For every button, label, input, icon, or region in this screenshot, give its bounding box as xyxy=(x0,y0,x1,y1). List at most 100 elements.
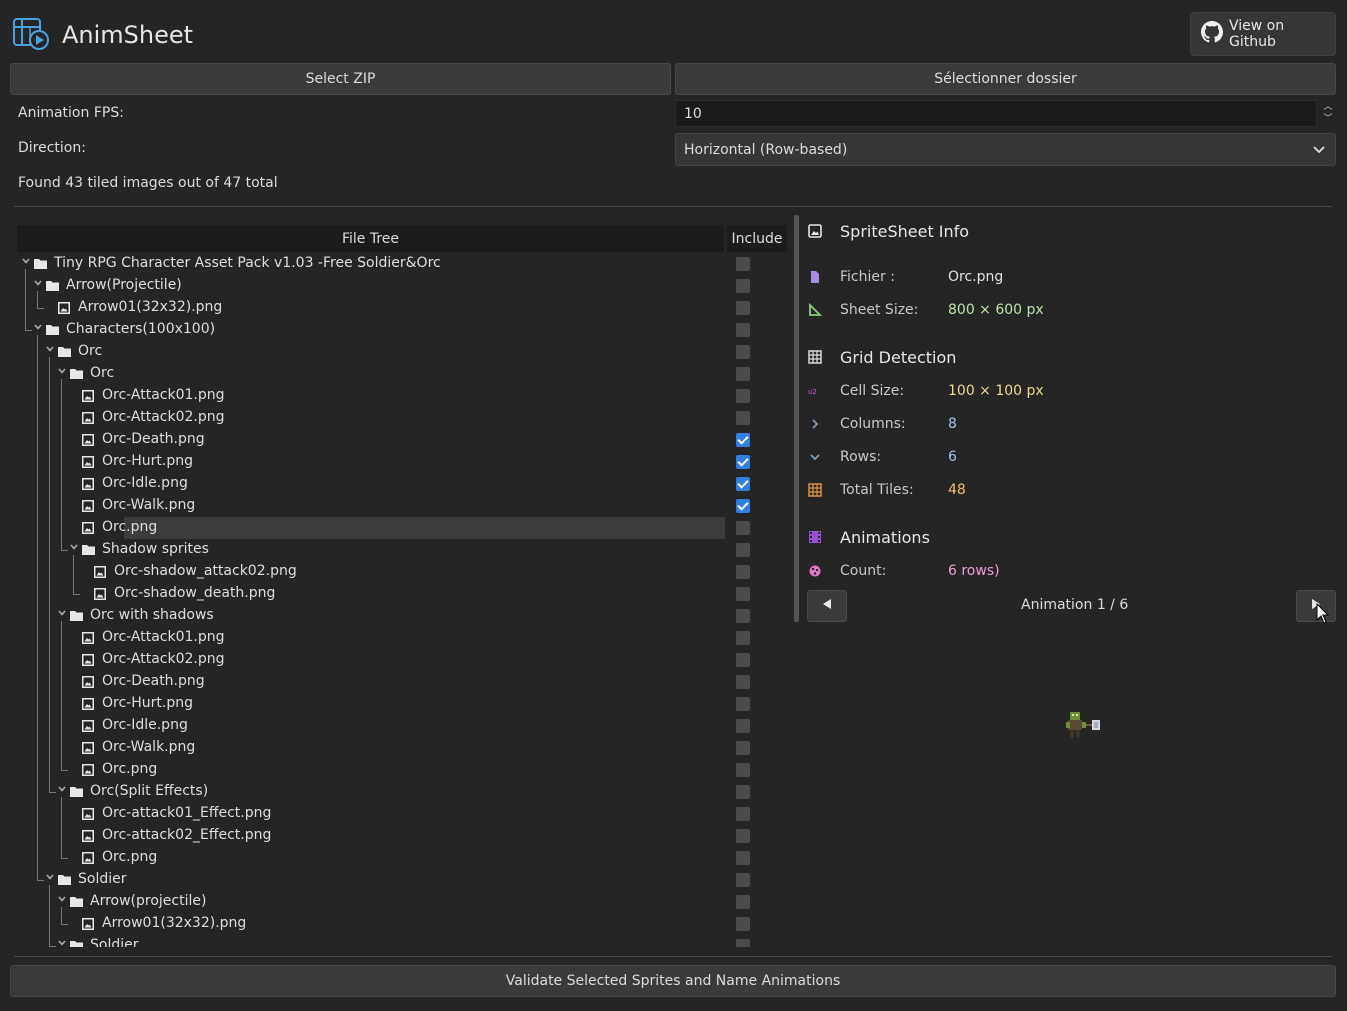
direction-select[interactable]: Horizontal (Row-based) xyxy=(675,133,1336,166)
tree-file-row[interactable]: Orc-attack01_Effect.png xyxy=(17,803,792,825)
include-checkbox[interactable] xyxy=(736,939,750,947)
tree-folder-row[interactable]: Arrow(Projectile) xyxy=(17,275,792,297)
include-checkbox[interactable] xyxy=(736,345,750,359)
include-checkbox[interactable] xyxy=(736,807,750,821)
tree-folder-row[interactable]: Orc(Split Effects) xyxy=(17,781,792,803)
include-checkbox[interactable] xyxy=(736,653,750,667)
folder-icon xyxy=(46,324,59,336)
grid-detection-title: Grid Detection xyxy=(840,347,957,367)
include-checkbox[interactable] xyxy=(736,499,750,513)
tree-folder-row[interactable]: Soldier xyxy=(17,935,792,947)
include-checkbox[interactable] xyxy=(736,477,750,491)
tree-file-row[interactable]: Orc-Hurt.png xyxy=(17,451,792,473)
chevron-down-icon[interactable] xyxy=(33,322,43,335)
include-checkbox[interactable] xyxy=(736,873,750,887)
include-checkbox[interactable] xyxy=(736,631,750,645)
tree-folder-row[interactable]: Tiny RPG Character Asset Pack v1.03 -Fre… xyxy=(17,253,792,275)
tree-folder-row[interactable]: Orc with shadows xyxy=(17,605,792,627)
chevron-down-icon[interactable] xyxy=(69,542,79,555)
tree-file-row[interactable]: Orc.png xyxy=(17,759,792,781)
tree-file-row[interactable]: Arrow01(32x32).png xyxy=(17,297,792,319)
include-checkbox[interactable] xyxy=(736,829,750,843)
include-checkbox[interactable] xyxy=(736,675,750,689)
tree-file-row[interactable]: Orc-Attack02.png xyxy=(17,407,792,429)
image-file-icon xyxy=(94,588,107,600)
tree-file-row[interactable]: Orc-shadow_death.png xyxy=(17,583,792,605)
tree-file-row[interactable]: Orc-Idle.png xyxy=(17,473,792,495)
include-checkbox[interactable] xyxy=(736,301,750,315)
include-checkbox[interactable] xyxy=(736,565,750,579)
tree-file-row[interactable]: Orc.png xyxy=(17,847,792,869)
direction-label: Direction: xyxy=(18,140,86,156)
chevron-down-icon[interactable] xyxy=(57,784,67,797)
include-checkbox[interactable] xyxy=(736,587,750,601)
select-folder-button[interactable]: Sélectionner dossier xyxy=(675,63,1336,95)
validate-button[interactable]: Validate Selected Sprites and Name Anima… xyxy=(10,965,1336,997)
image-file-icon xyxy=(82,808,95,820)
spin-up-icon[interactable]: ︿ xyxy=(1320,101,1336,113)
tree-file-row[interactable]: Orc-Walk.png xyxy=(17,737,792,759)
fps-input[interactable]: 10 xyxy=(675,100,1317,127)
include-checkbox[interactable] xyxy=(736,917,750,931)
include-checkbox[interactable] xyxy=(736,741,750,755)
view-on-github-button[interactable]: View on Github xyxy=(1190,12,1336,56)
include-checkbox[interactable] xyxy=(736,411,750,425)
tree-file-row[interactable]: Orc-attack02_Effect.png xyxy=(17,825,792,847)
tree-file-row[interactable]: Orc-Death.png xyxy=(17,429,792,451)
chevron-down-icon[interactable] xyxy=(33,278,43,291)
tree-file-row[interactable]: Orc-shadow_attack02.png xyxy=(17,561,792,583)
include-checkbox[interactable] xyxy=(736,323,750,337)
include-checkbox[interactable] xyxy=(736,455,750,469)
tree-item-label: Orc-Death.png xyxy=(102,431,205,447)
tree-file-row[interactable]: Orc-Attack01.png xyxy=(17,627,792,649)
chevron-down-icon[interactable] xyxy=(57,894,67,907)
image-file-icon xyxy=(82,764,95,776)
tree-folder-row[interactable]: Soldier xyxy=(17,869,792,891)
panel-splitter[interactable] xyxy=(794,215,799,622)
include-checkbox[interactable] xyxy=(736,895,750,909)
tree-folder-row[interactable]: Characters(100x100) xyxy=(17,319,792,341)
chevron-down-icon[interactable] xyxy=(21,256,31,269)
chevron-down-icon[interactable] xyxy=(57,608,67,621)
include-checkbox[interactable] xyxy=(736,851,750,865)
tree-file-row[interactable]: Orc-Death.png xyxy=(17,671,792,693)
chevron-down-icon[interactable] xyxy=(45,344,55,357)
include-checkbox[interactable] xyxy=(736,367,750,381)
spin-down-icon[interactable]: ﹀ xyxy=(1320,113,1336,125)
chevron-down-icon[interactable] xyxy=(45,872,55,885)
include-checkbox[interactable] xyxy=(736,697,750,711)
tree-folder-row[interactable]: Arrow(projectile) xyxy=(17,891,792,913)
tree-file-row[interactable]: Orc-Hurt.png xyxy=(17,693,792,715)
svg-text:u2: u2 xyxy=(808,388,817,396)
tree-folder-row[interactable]: Orc xyxy=(17,363,792,385)
tree-folder-row[interactable]: Shadow sprites xyxy=(17,539,792,561)
tree-file-row[interactable]: Orc.png xyxy=(17,517,792,539)
include-checkbox[interactable] xyxy=(736,389,750,403)
file-tree-header[interactable]: File Tree xyxy=(17,225,724,252)
include-checkbox[interactable] xyxy=(736,719,750,733)
include-checkbox[interactable] xyxy=(736,257,750,271)
count-icon xyxy=(809,565,821,577)
include-checkbox[interactable] xyxy=(736,543,750,557)
tree-file-row[interactable]: Orc-Walk.png xyxy=(17,495,792,517)
include-checkbox[interactable] xyxy=(736,609,750,623)
tree-folder-row[interactable]: Orc xyxy=(17,341,792,363)
chevron-down-icon[interactable] xyxy=(57,366,67,379)
fps-spinner[interactable]: ︿ ﹀ xyxy=(1320,101,1336,127)
select-zip-button[interactable]: Select ZIP xyxy=(10,63,671,95)
include-checkbox[interactable] xyxy=(736,785,750,799)
previous-animation-button[interactable] xyxy=(807,590,847,622)
sprite-preview xyxy=(1060,710,1104,744)
tree-file-row[interactable]: Orc-Attack02.png xyxy=(17,649,792,671)
tree-item-label: Orc-attack02_Effect.png xyxy=(102,827,272,843)
include-checkbox[interactable] xyxy=(736,521,750,535)
tree-file-row[interactable]: Orc-Attack01.png xyxy=(17,385,792,407)
include-checkbox[interactable] xyxy=(736,433,750,447)
include-checkbox[interactable] xyxy=(736,763,750,777)
tree-file-row[interactable]: Arrow01(32x32).png xyxy=(17,913,792,935)
include-checkbox[interactable] xyxy=(736,279,750,293)
chevron-down-icon[interactable] xyxy=(57,938,67,947)
include-header[interactable]: Include xyxy=(727,225,787,252)
tree-file-row[interactable]: Orc-Idle.png xyxy=(17,715,792,737)
file-tree[interactable]: Tiny RPG Character Asset Pack v1.03 -Fre… xyxy=(17,253,792,947)
